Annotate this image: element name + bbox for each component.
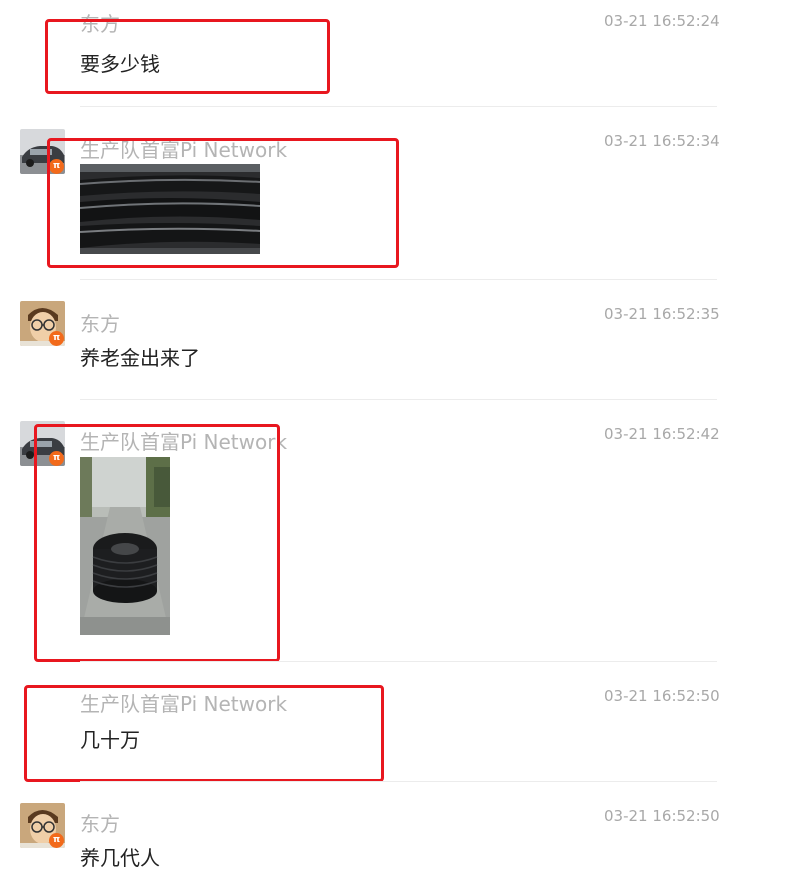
message-text[interactable]: 养几代人 bbox=[80, 842, 160, 871]
highlight-box bbox=[45, 19, 330, 94]
message-text[interactable]: 养老金出来了 bbox=[80, 342, 200, 371]
highlight-box bbox=[34, 424, 280, 662]
pi-badge-icon: π bbox=[49, 833, 64, 848]
message-time: 03-21 16:52:50 bbox=[604, 807, 720, 825]
message-time: 03-21 16:52:50 bbox=[604, 687, 720, 705]
pi-badge-icon: π bbox=[49, 331, 64, 346]
highlight-box bbox=[47, 138, 399, 268]
sender-name: 东方 bbox=[80, 312, 120, 336]
message-item: π 东方 03-21 16:52:35 养老金出来了 bbox=[0, 280, 811, 399]
sender-name: 东方 bbox=[80, 812, 120, 836]
message-time: 03-21 16:52:35 bbox=[604, 305, 720, 323]
message-time: 03-21 16:52:42 bbox=[604, 425, 720, 443]
message-time: 03-21 16:52:24 bbox=[604, 12, 720, 30]
message-time: 03-21 16:52:34 bbox=[604, 132, 720, 150]
message-item: π 东方 03-21 16:52:50 养几代人 bbox=[0, 782, 811, 870]
highlight-box bbox=[24, 685, 384, 782]
